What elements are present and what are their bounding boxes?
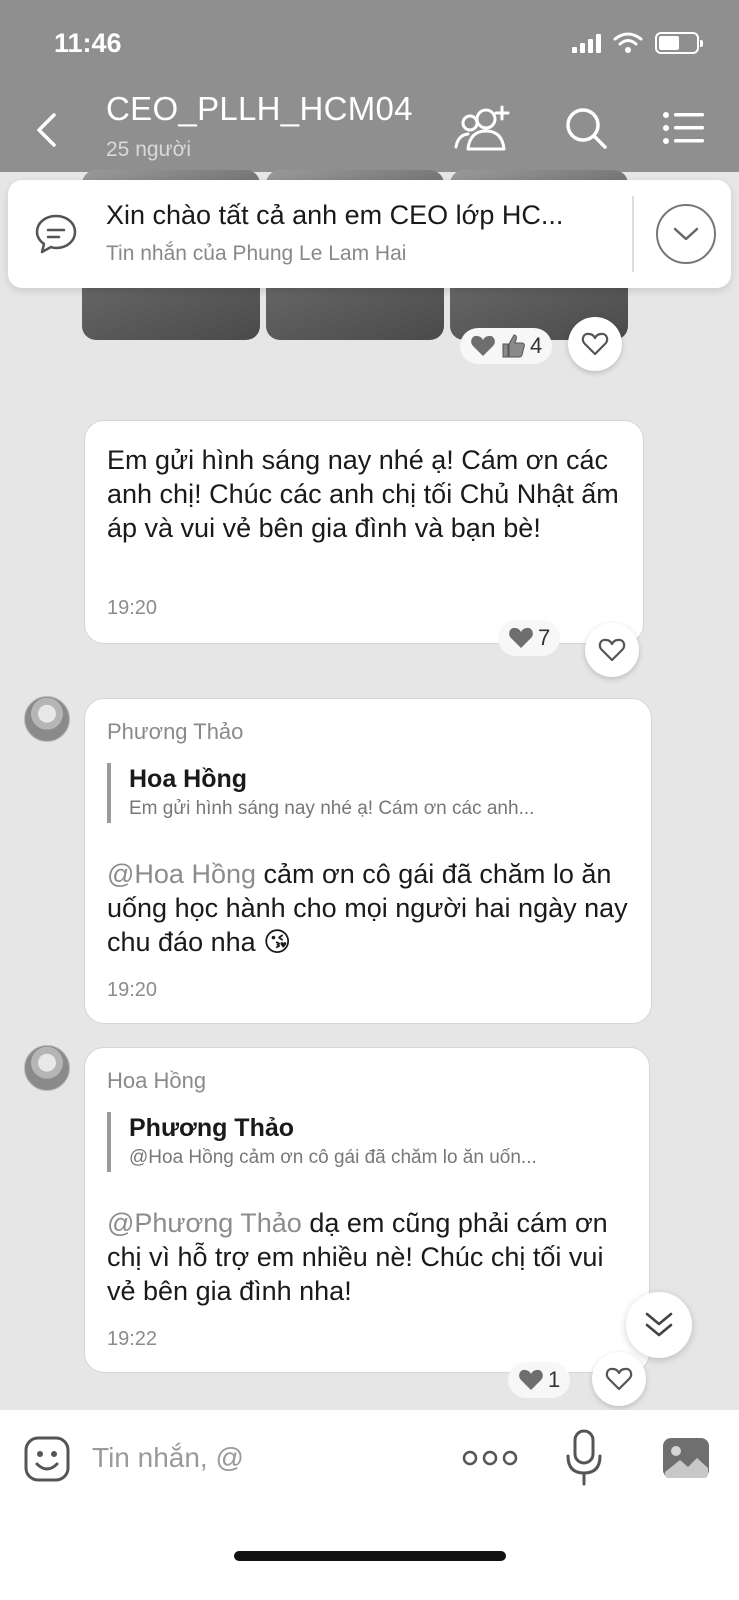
thumbs-up-icon [502,334,525,358]
quoted-text: Em gửi hình sáng nay nhé ạ! Cám ơn các a… [129,798,535,819]
react-button[interactable] [592,1352,646,1406]
search-button[interactable] [556,100,616,156]
heart-outline-icon [581,332,609,356]
more-icon[interactable] [462,1440,518,1476]
menu-button[interactable] [654,100,714,156]
message-text: @Hoa Hồng cảm ơn cô gái đã chăm lo ăn uố… [107,857,633,959]
image-icon[interactable] [660,1432,712,1484]
microphone-icon[interactable] [564,1428,604,1488]
add-member-button[interactable] [452,100,512,156]
message-bubble[interactable]: Em gửi hình sáng nay nhé ạ! Cám ơn các a… [84,420,644,644]
reaction-count: 1 [548,1367,561,1392]
signal-icon [572,33,601,53]
mention[interactable]: @Phương Thảo [107,1208,302,1238]
heart-icon [471,335,495,356]
quoted-message[interactable]: Phương Thảo @Hoa Hồng cảm ơn cô gái đã c… [107,1112,607,1172]
avatar[interactable] [24,696,70,742]
react-button[interactable] [568,317,622,371]
pinned-message-author: Tin nhắn của Phung Le Lam Hai [106,242,407,265]
quoted-message[interactable]: Hoa Hồng Em gửi hình sáng nay nhé ạ! Cám… [107,763,607,823]
menu-icon [663,112,704,144]
react-button[interactable] [585,623,639,677]
message-input[interactable] [92,1436,432,1480]
message-time: 19:22 [107,1328,158,1350]
quoted-author: Hoa Hồng [129,765,248,793]
add-member-icon [454,105,510,151]
heart-icon [519,1369,543,1390]
message-text: @Phương Thảo dạ em cũng phải cám ơn chị … [107,1206,627,1308]
back-button[interactable] [26,105,66,155]
scroll-to-bottom-button[interactable] [626,1292,692,1358]
status-time: 11:46 [54,28,122,58]
heart-icon [509,627,533,648]
reaction-summary[interactable]: 4 [460,328,553,364]
message-time: 19:20 [107,597,158,619]
home-indicator [234,1551,506,1561]
reaction-summary[interactable]: 7 [498,620,561,656]
status-icons [572,32,703,54]
quoted-author: Phương Thảo [129,1114,295,1142]
wifi-icon [613,32,643,53]
message-bubble[interactable]: Phương Thảo Hoa Hồng Em gửi hình sáng na… [84,698,652,1024]
divider [632,196,634,272]
reaction-count: 4 [530,333,543,358]
mention[interactable]: @Hoa Hồng [107,859,256,889]
message-text: Em gửi hình sáng nay nhé ạ! Cám ơn các a… [107,445,619,543]
member-count: 25 người [106,138,192,161]
heart-outline-icon [598,638,626,662]
double-chevron-down-icon [645,1312,673,1337]
reaction-summary[interactable]: 1 [508,1362,571,1398]
message-bubble-icon [35,214,77,254]
chevron-down-icon [673,227,699,241]
sender-name: Phương Thảo [107,719,244,744]
message-time: 19:20 [107,979,158,1001]
sender-name: Hoa Hồng [107,1068,207,1093]
avatar[interactable] [24,1045,70,1091]
search-icon [566,108,607,149]
battery-icon [655,32,703,54]
expand-pinned-button[interactable] [656,204,716,264]
message-input-bar [0,1410,739,1600]
emoji-icon[interactable] [22,1434,72,1484]
pinned-message-banner[interactable]: Xin chào tất cả anh em CEO lớp HC... Tin… [8,180,731,288]
chat-title: CEO_PLLH_HCM04 [106,90,413,127]
reaction-count: 7 [538,625,551,650]
header-bar: 11:46 CEO_PLLH_HCM04 25 người [0,0,739,172]
heart-outline-icon [605,1367,633,1391]
pinned-message-title: Xin chào tất cả anh em CEO lớp HC... [106,200,564,230]
quoted-text: @Hoa Hồng cảm ơn cô gái đã chăm lo ăn uố… [129,1147,537,1168]
back-icon [37,113,56,147]
message-bubble[interactable]: Hoa Hồng Phương Thảo @Hoa Hồng cảm ơn cô… [84,1047,650,1373]
